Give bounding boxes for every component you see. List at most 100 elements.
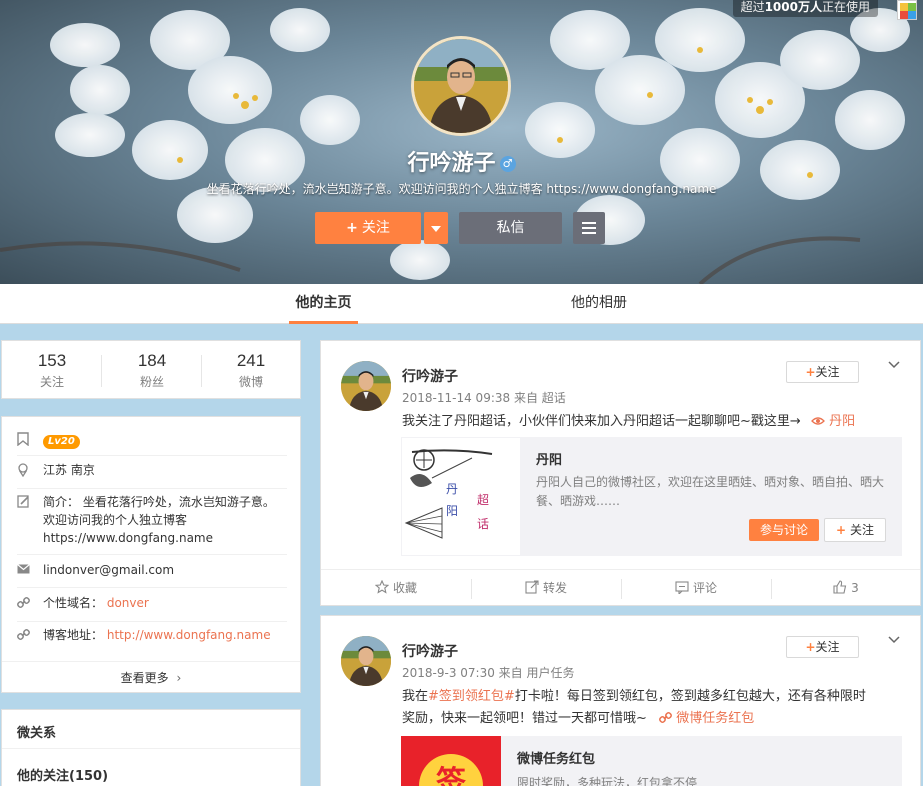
post-follow-button[interactable]: +关注 [786,361,859,383]
post-text-body: 我关注了丹阳超话，小伙伴们快来加入丹阳超话一起聊聊吧~戳这里→ [402,414,801,429]
post-meta: 2018-11-14 09:38 来自 超话 [402,391,566,405]
topic-card[interactable]: 丹 阳 超 话 丹阳 丹阳人自己的微博社区，欢迎在这里晒娃、晒对象、晒自拍、晒大… [401,437,902,556]
see-more-label: 查看更多 [120,671,169,685]
follow-dropdown-button[interactable] [424,212,448,244]
topic-follow-label: 关注 [849,523,874,537]
plus-icon: + [346,220,358,236]
post-avatar[interactable] [341,361,391,411]
topic-image-char: 超 [477,492,489,507]
comment-button[interactable]: 评论 [621,570,771,607]
profile-avatar[interactable] [411,36,511,136]
chevron-down-icon[interactable] [887,633,901,647]
see-more-link[interactable]: 查看更多 › [2,661,300,693]
post-author[interactable]: 行吟游子 [402,641,458,661]
topic-image-char: 丹 [446,482,458,496]
nickname-text: 行吟游子 [407,151,496,176]
post-actions: 收藏 转发 评论 3 [321,569,920,606]
intro-row: 简介： 坐看花落行吟处，流水岂知游子意。 欢迎访问我的个人独立博客 https:… [17,495,287,555]
repost-label: 转发 [542,581,567,595]
comment-label: 评论 [692,581,717,595]
favorite-button[interactable]: 收藏 [321,570,471,607]
profile-info-card: Lv20 江苏 南京 简介： 坐看花落行吟处，流水岂知游子意。 欢迎访问我的个人… [1,416,301,693]
topic-link-label: 丹阳 [829,414,856,429]
weibo-count[interactable]: 241 微博 [201,351,301,390]
post-text-line-1: 打卡啦！每日签到领红包，签到越多红包越大，还有各种限时 [514,689,866,704]
topic-follow-button[interactable]: + 关注 [824,518,886,542]
topic-link[interactable]: 丹阳 [805,414,855,429]
task-link-label: 微博任务红包 [676,711,755,726]
chevron-down-icon[interactable] [887,358,901,372]
profile-tabs: 他的主页 他的相册 [0,284,923,324]
plus-icon: + [836,523,847,537]
fans-count-label: 粉丝 [139,375,164,389]
post-avatar[interactable] [341,636,391,686]
location-row: 江苏 南京 [17,463,287,489]
level-badge[interactable]: Lv20 [43,435,80,449]
tab-home[interactable]: 他的主页 [289,284,358,324]
blog-link[interactable]: http://www.dongfang.name [107,628,271,642]
follow-label: 关注 [361,220,390,236]
online-users-badge: 超过1000万人正在使用 [732,0,878,17]
thumbs-up-icon [833,580,847,594]
fans-count-value: 184 [137,351,167,370]
more-menu-button[interactable] [573,212,605,244]
tab-album[interactable]: 他的相册 [563,284,635,324]
blog-row: 博客地址： http://www.dongfang.name [17,628,287,656]
counts-card: 153 关注 184 粉丝 241 微博 [1,340,301,399]
profile-nickname: 行吟游子 ♂ [0,145,923,177]
edit-icon [17,495,31,509]
repost-button[interactable]: 转发 [471,570,621,607]
domain-link[interactable]: donver [107,596,149,610]
red-packet-title[interactable]: 微博任务红包 [517,748,595,767]
following-list-title[interactable]: 他的关注(150) [17,765,108,784]
topic-image: 丹 阳 超 话 [402,438,520,555]
domain-label: 个性域名： [43,596,104,610]
post-follow-label: 关注 [815,365,840,379]
topic-desc: 丹阳人自己的微博社区，欢迎在这里晒娃、晒对象、晒自拍、晒大餐、晒游戏…… [536,475,885,508]
fans-count[interactable]: 184 粉丝 [102,351,202,390]
intro-line-3: https://www.dongfang.name [43,531,213,545]
post-text-line-2: 奖励，快来一起领吧！错过一天都可惜哦~ [402,711,647,726]
join-discussion-button[interactable]: 参与讨论 [749,519,819,541]
post-text: 我在#签到领红包#打卡啦！每日签到领红包，签到越多红包越大，还有各种限时 奖励，… [402,686,902,730]
red-packet-card[interactable]: 签 微博任务红包 限时奖励，多种玩法，红包拿不停 [401,736,902,786]
profile-bio: 坐看花落行吟处，流水岂知游子意。欢迎访问我的个人独立博客 https://www… [206,182,717,196]
post-text: 我关注了丹阳超话，小伙伴们快来加入丹阳超话一起聊聊吧~戳这里→ 丹阳 [402,411,902,433]
following-count-label: 关注 [39,375,64,389]
like-button[interactable]: 3 [771,570,921,607]
like-count: 3 [851,581,859,595]
message-button[interactable]: 私信 [459,212,562,244]
post-meta: 2018-9-3 07:30 来自 用户任务 [402,666,575,680]
star-icon [374,580,389,594]
topic-image-char: 话 [477,517,489,531]
domain-row: 个性域名： donver [17,596,287,622]
location-text: 江苏 南京 [43,463,95,477]
divider [2,748,300,749]
following-count[interactable]: 153 关注 [2,351,102,390]
relations-card: 微关系 他的关注(150) [1,709,301,786]
link-icon [17,596,31,610]
email-text: lindonver@gmail.com [43,563,175,577]
post-author[interactable]: 行吟游子 [402,366,458,386]
intro-line-2: 欢迎访问我的个人独立博客 [43,513,188,527]
post-follow-label: 关注 [815,640,840,654]
weibo-count-label: 微博 [238,375,263,389]
plus-icon: + [805,365,816,379]
red-packet-image: 签 [401,736,501,786]
hashtag-link[interactable]: #签到领红包# [428,689,515,704]
feed-post: 行吟游子 2018-11-14 09:38 来自 超话 +关注 我关注了丹阳超话… [320,340,921,606]
skin-palette-icon[interactable] [897,0,917,20]
relations-title: 微关系 [17,726,57,741]
plus-icon: + [805,640,816,654]
online-suffix: 正在使用 [821,0,870,14]
red-packet-desc: 限时奖励，多种玩法，红包拿不停 [517,776,698,786]
comment-icon [675,581,689,594]
task-link[interactable]: 微博任务红包 [651,711,754,726]
topic-title[interactable]: 丹阳 [536,449,562,468]
location-icon [17,463,31,478]
post-follow-button[interactable]: +关注 [786,636,859,658]
topic-image-char: 阳 [446,504,458,518]
chevron-right-icon: › [176,671,182,685]
link-icon [17,628,31,642]
follow-button[interactable]: + 关注 [315,212,421,244]
